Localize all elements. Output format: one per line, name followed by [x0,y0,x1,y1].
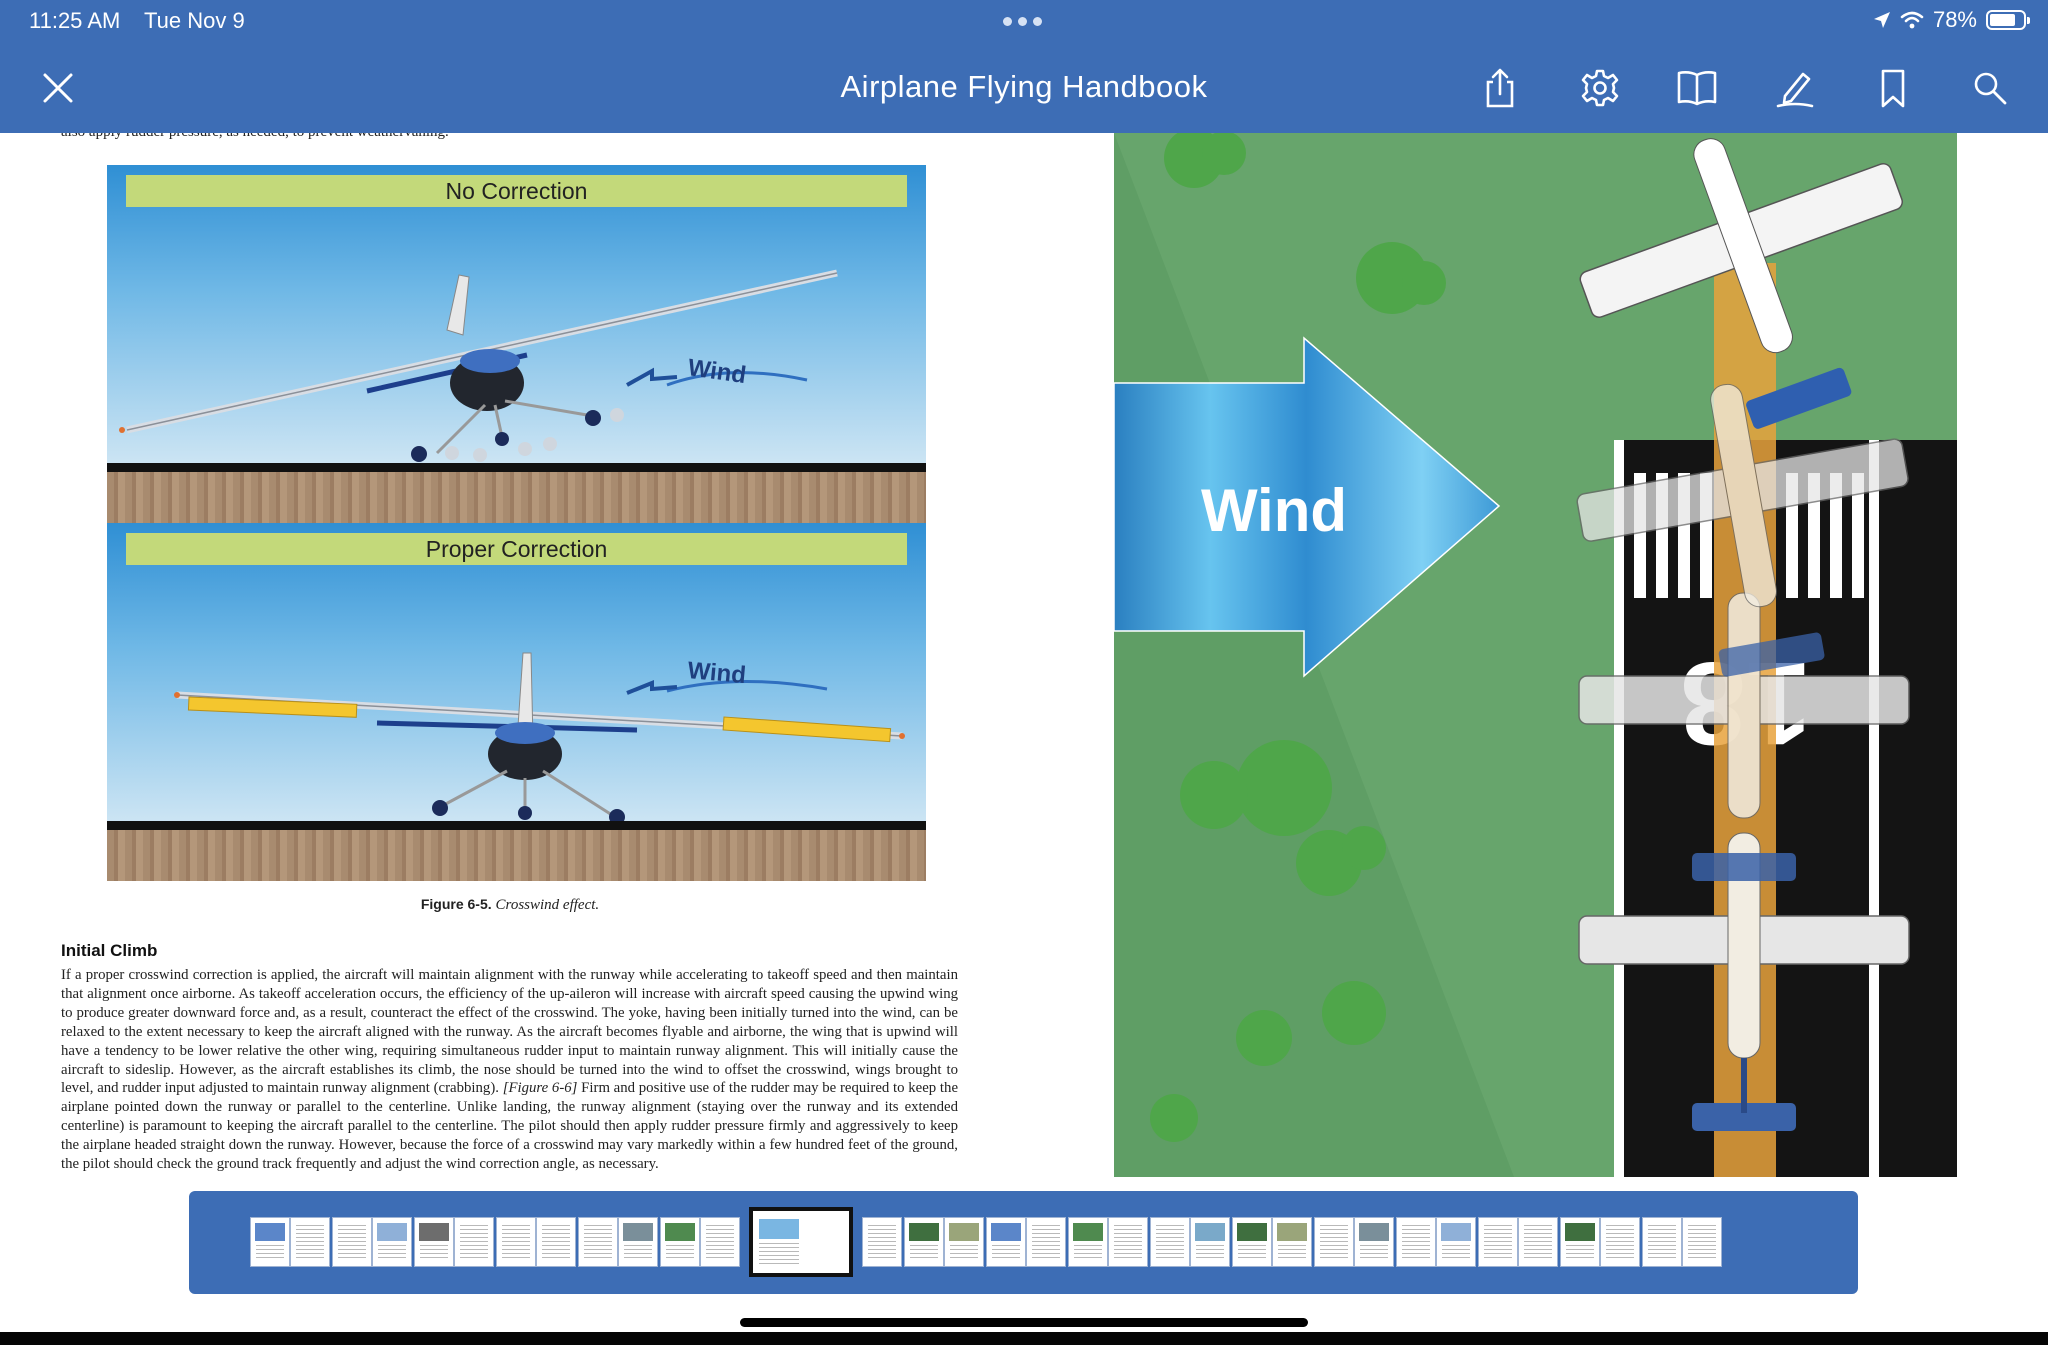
pen-icon [1776,72,1814,108]
page-thumbnail[interactable] [497,1218,535,1266]
close-button[interactable] [38,68,78,108]
page-thumbnail[interactable] [455,1218,493,1266]
crosswind-takeoff-diagram: 18 Wind [1114,133,1957,1177]
page-thumbnail[interactable] [1643,1218,1681,1266]
figure-number: Figure 6-5. [420,896,492,912]
page-thumbnail[interactable] [945,1218,983,1266]
battery-percentage: 78% [1932,7,1977,32]
proper-correction-panel: Proper Correction Wind [107,523,926,881]
page-thumbnail[interactable] [537,1218,575,1266]
screen-bottom-edge [0,1332,2048,1345]
ground-strip [107,830,926,881]
page-thumbnail[interactable] [863,1218,901,1266]
page-thumbnail[interactable] [661,1218,699,1266]
page-thumbnail[interactable] [1027,1218,1065,1266]
page-thumbnail[interactable] [1233,1218,1271,1266]
figure-caption-text: Crosswind effect. [495,897,600,913]
no-correction-panel: No Correction Wind [107,165,926,523]
page-thumbnail[interactable] [1273,1218,1311,1266]
current-page-thumbnail[interactable] [749,1207,853,1277]
search-button[interactable] [1968,66,2012,110]
page-thumbnail[interactable] [1683,1218,1721,1266]
page-thumbnail[interactable] [333,1218,371,1266]
wind-label: Wind [686,354,748,389]
page-thumbnail[interactable] [1437,1218,1475,1266]
body-paragraph: If a proper crosswind correction is appl… [61,966,958,1174]
section-heading: Initial Climb [61,941,158,960]
page-thumbnail[interactable] [1355,1218,1393,1266]
page-thumbnail[interactable] [373,1218,411,1266]
thumbnail-list [251,1207,1725,1277]
annotate-button[interactable] [1773,66,1817,110]
status-date: Tue Nov 9 [144,8,245,33]
page-thumbnail[interactable] [1519,1218,1557,1266]
page-thumbnail[interactable] [701,1218,739,1266]
wind-label-2: Wind [686,657,747,689]
share-icon [1486,68,1514,108]
page-thumbnail[interactable] [251,1218,289,1266]
location-arrow-icon [1873,12,1890,28]
page-thumbnail[interactable] [291,1218,329,1266]
crosswind-figure: No Correction Wind Proper Correction Win… [107,165,926,881]
settings-button[interactable] [1578,66,1622,110]
top-toolbar: 11:25 AM Tue Nov 9 78% Airplane Flying H… [0,0,2048,133]
home-indicator[interactable] [740,1318,1308,1327]
page-thumbnail[interactable] [1561,1218,1599,1266]
page-thumbnail[interactable] [1315,1218,1353,1266]
gear-icon [1581,69,1619,107]
close-icon [43,73,73,103]
ground-strip [107,472,926,523]
page-thumbnail[interactable] [905,1218,943,1266]
figure-caption: Figure 6-5. Crosswind effect. [0,896,1000,914]
page-thumbnail-strip[interactable] [189,1191,1858,1294]
status-time: 11:25 AM [29,8,121,33]
body-text-part-1: If a proper crosswind correction is appl… [61,967,958,1097]
page-thumbnail[interactable] [415,1218,453,1266]
page-thumbnail[interactable] [1151,1218,1189,1266]
document-title: Airplane Flying Handbook [840,69,1208,104]
status-indicators: 78% [1873,7,2030,33]
page-thumbnail[interactable] [1397,1218,1435,1266]
contents-button[interactable] [1675,66,1719,110]
page-thumbnail[interactable] [1109,1218,1147,1266]
page-thumbnail[interactable] [619,1218,657,1266]
wind-arrow-label: Wind [1201,477,1347,544]
cut-off-text-line: also apply rudder pressure, as needed, t… [61,133,449,141]
right-page[interactable]: 18 Wind [1114,133,1957,1177]
page-thumbnail[interactable] [1601,1218,1639,1266]
wifi-icon [1900,11,1924,29]
figure-reference-link[interactable]: [Figure 6-6] [503,1080,578,1096]
page-thumbnail[interactable] [987,1218,1025,1266]
left-page[interactable]: also apply rudder pressure, as needed, t… [0,133,1000,1345]
book-icon [1677,71,1717,106]
page-thumbnail[interactable] [1191,1218,1229,1266]
page-thumbnail[interactable] [1069,1218,1107,1266]
page-thumbnail[interactable] [579,1218,617,1266]
bookmark-button[interactable] [1871,66,1915,110]
search-icon [1974,72,2007,105]
battery-icon [1986,10,2030,30]
share-button[interactable] [1478,66,1522,110]
bookmark-icon [1881,69,1905,108]
multitasking-dots-icon[interactable] [1003,17,1042,26]
page-thumbnail[interactable] [1479,1218,1517,1266]
